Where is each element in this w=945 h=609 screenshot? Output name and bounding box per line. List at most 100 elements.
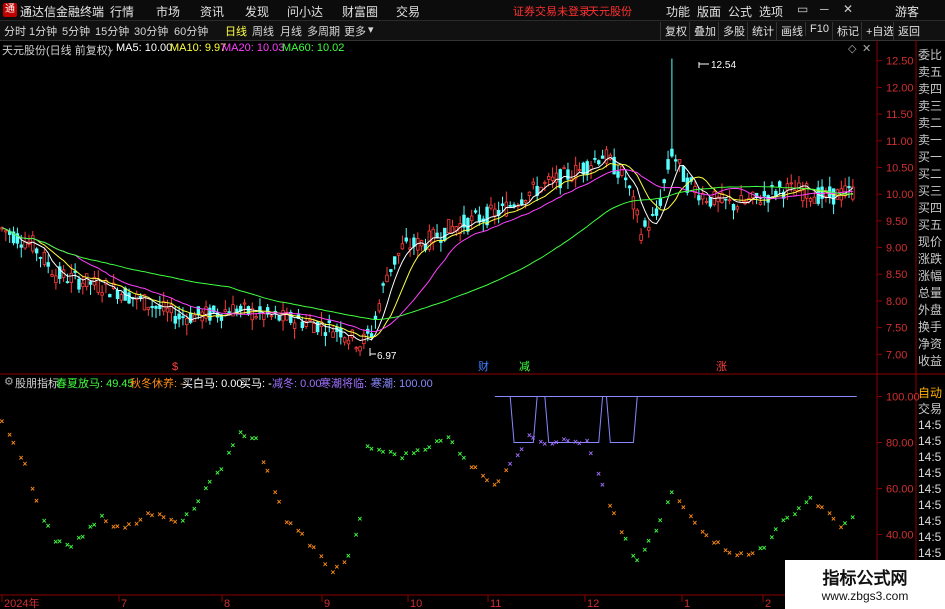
menu-quotes[interactable]: 行情 — [110, 3, 134, 20]
period-tab-more[interactable]: 更多 — [344, 23, 366, 39]
candle-body — [65, 281, 70, 284]
maximize-icon[interactable]: ─ — [820, 2, 829, 16]
event-marker[interactable]: 减 — [519, 360, 530, 373]
quote-field-label: 卖二 — [918, 116, 943, 130]
period-tab-multi[interactable]: 多周期 — [307, 23, 340, 39]
candle-body — [666, 159, 670, 170]
candle-body — [177, 313, 181, 320]
indicator-point: × — [485, 476, 490, 485]
candle-body — [735, 206, 740, 210]
app-title: 通达信金融终端 — [20, 5, 105, 19]
quote-field-label: 买二 — [918, 167, 943, 181]
price-tick-label: 10.50 — [886, 162, 914, 174]
indicator-reduce: 减冬: 0.00 — [272, 378, 322, 390]
indicator-point: × — [242, 432, 247, 441]
candle-body — [523, 200, 528, 203]
high-price-annotation: 12.54 — [698, 60, 736, 71]
indicator-point: × — [196, 497, 201, 506]
candle-body — [277, 315, 281, 321]
menu-wealth[interactable]: 财富圈 — [342, 3, 378, 20]
menu-market[interactable]: 市场 — [156, 3, 180, 20]
tool-multistock[interactable]: 多股 — [718, 22, 749, 40]
tool-stats[interactable]: 统计 — [747, 22, 778, 40]
indicator-point: × — [115, 522, 120, 531]
indicator-point: × — [11, 438, 16, 447]
indicator-point: × — [69, 542, 74, 551]
kline-chart[interactable]: $ 财 减 涨 12.50 12.00 11.50 11.00 10.50 10.00 9.50 9… — [0, 40, 945, 609]
indicator-name[interactable]: 股朋指标 — [15, 375, 59, 391]
period-tab-1min[interactable]: 1分钟 — [29, 23, 57, 39]
tick-row: 14:5 — [918, 450, 942, 464]
title-bar: 通 通达信金融终端 行情 市场 资讯 发现 问小达 财富圈 交易 证券交易未登录… — [0, 0, 945, 21]
menu-function[interactable]: 功能 — [666, 3, 690, 20]
indicator-point: × — [300, 529, 305, 538]
candle-body — [635, 209, 639, 216]
quote-field-label: 卖五 — [918, 65, 943, 79]
tool-adjust[interactable]: 复权 — [660, 22, 691, 40]
event-marker[interactable]: 涨 — [716, 360, 727, 373]
candle-body — [562, 167, 566, 170]
candle-body — [400, 243, 405, 250]
period-tab-timeshare[interactable]: 分时 — [4, 23, 26, 39]
candle-body — [50, 274, 54, 277]
login-warning[interactable]: 证券交易未登录 — [513, 3, 590, 19]
menu-formula[interactable]: 公式 — [728, 3, 752, 20]
indicator-buy-white: 买白马: 0.00 — [182, 378, 243, 390]
candle-body — [550, 176, 555, 181]
price-tick-label: 9.00 — [886, 243, 907, 255]
indicator-point: × — [727, 548, 732, 557]
candle-body — [443, 227, 447, 241]
tool-draw[interactable]: 画线 — [776, 22, 807, 40]
period-tab-60min[interactable]: 60分钟 — [174, 23, 208, 39]
period-tab-daily[interactable]: 日线 — [225, 23, 247, 39]
menu-news[interactable]: 资讯 — [200, 3, 224, 20]
close-icon[interactable]: ✕ — [843, 2, 853, 16]
indicator-point: × — [34, 497, 39, 506]
candle-body — [23, 241, 27, 249]
indicator-point: × — [496, 477, 501, 486]
period-tab-weekly[interactable]: 周线 — [252, 23, 274, 39]
indicator-point: × — [311, 543, 316, 552]
tool-overlay[interactable]: 叠加 — [689, 22, 720, 40]
candle-body — [377, 303, 381, 312]
menu-options[interactable]: 选项 — [759, 3, 783, 20]
candle-body — [96, 279, 100, 293]
user-guest[interactable]: 游客 — [895, 3, 919, 20]
candle-body — [223, 309, 227, 312]
legend-toggle-icon[interactable]: ⌄ — [106, 42, 115, 55]
chart-options-icon[interactable]: ◇ — [848, 42, 856, 55]
indicator-point: × — [589, 449, 594, 458]
menu-discover[interactable]: 发现 — [245, 3, 269, 20]
menu-trade[interactable]: 交易 — [396, 3, 420, 20]
candle-body — [847, 186, 851, 189]
candle-body — [346, 339, 351, 345]
tool-f10[interactable]: F10 — [805, 22, 833, 36]
chevron-down-icon[interactable]: ▾ — [368, 23, 374, 36]
tool-back[interactable]: 返回 — [893, 22, 924, 40]
menu-ask[interactable]: 问小达 — [287, 3, 323, 20]
date-axis: 2024年 7 8 9 10 11 12 1 2 — [1, 595, 771, 609]
date-tick-label: 2 — [765, 598, 771, 609]
tool-mark[interactable]: 标记 — [832, 22, 863, 40]
menu-layout[interactable]: 版面 — [697, 3, 721, 20]
indicator-spring: 春夏放马: 49.45 — [56, 378, 134, 390]
candle-body — [138, 295, 143, 299]
period-tab-30min[interactable]: 30分钟 — [134, 23, 168, 39]
candle-body — [581, 162, 586, 175]
candle-body — [566, 169, 570, 180]
indicator-point: × — [92, 521, 97, 530]
event-marker[interactable]: 财 — [478, 359, 489, 373]
indicator-settings-icon[interactable]: ⚙ — [4, 375, 14, 388]
candle-body — [650, 214, 655, 216]
period-tab-monthly[interactable]: 月线 — [280, 23, 302, 39]
indicator-point: × — [635, 556, 640, 565]
quote-field-label: 买三 — [918, 184, 943, 198]
chart-close-icon[interactable]: ✕ — [862, 42, 871, 55]
candle-body — [493, 208, 497, 217]
candle-body — [181, 316, 185, 319]
candle-body — [381, 283, 385, 286]
period-tab-5min[interactable]: 5分钟 — [62, 23, 90, 39]
minimize-icon[interactable]: ▭ — [797, 2, 808, 16]
period-tab-15min[interactable]: 15分钟 — [95, 23, 129, 39]
event-marker[interactable]: $ — [172, 361, 178, 373]
